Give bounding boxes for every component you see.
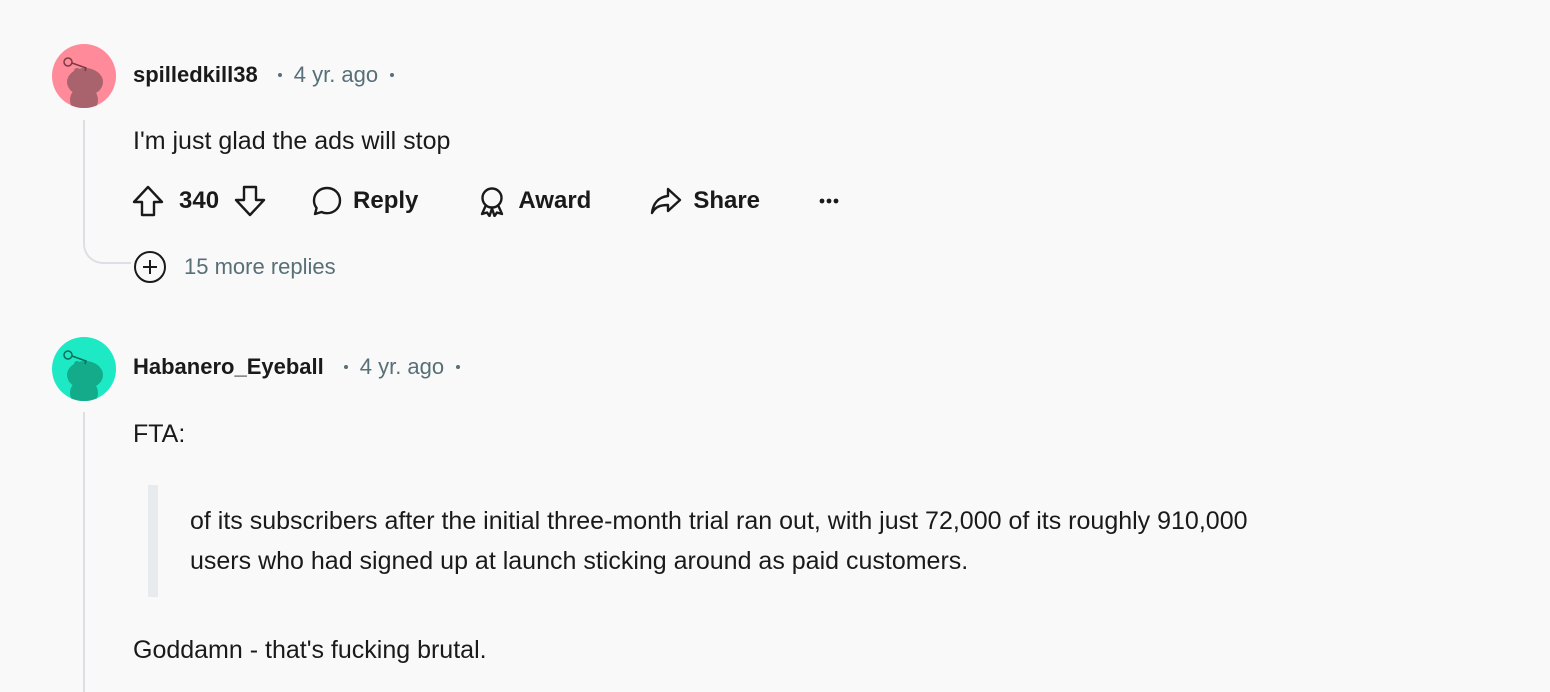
quote-line: users who had signed up at launch sticki… [190,547,969,575]
separator-dot [343,365,348,369]
username[interactable]: spilledkill38 [133,62,258,88]
separator-dot [277,73,282,77]
comment-actions: 340 Reply Award Share [131,181,840,221]
upvote-icon [132,185,164,217]
comment-body-closing: Goddamn - that's fucking brutal. [133,636,487,664]
award-label: Award [518,187,592,214]
user-avatar[interactable] [52,44,116,108]
thread-line[interactable] [83,120,85,240]
comment: Habanero_Eyeball 4 yr. ago FTA: of its s… [0,300,1550,692]
vote-count: 340 [179,187,220,214]
share-icon [651,187,682,215]
comment: spilledkill38 4 yr. ago I'm just glad th… [0,0,1550,300]
share-button[interactable]: Share [649,185,760,217]
award-button[interactable]: Award [476,185,591,217]
timestamp[interactable]: 4 yr. ago [360,354,444,380]
timestamp[interactable]: 4 yr. ago [294,62,378,88]
more-options-button[interactable] [818,197,840,205]
share-label: Share [693,187,761,214]
reply-button[interactable]: Reply [311,185,418,217]
comment-bubble-icon [312,186,342,216]
overflow-menu-icon [819,198,839,204]
comment-meta: spilledkill38 4 yr. ago [133,62,406,88]
thread-line[interactable] [83,412,85,692]
thread-connector [83,238,131,264]
award-icon [481,187,504,217]
upvote-button[interactable] [131,184,165,218]
comment-meta: Habanero_Eyeball 4 yr. ago [133,354,472,380]
separator-dot [390,73,395,77]
username[interactable]: Habanero_Eyeball [133,354,324,380]
snoo-avatar-icon [63,350,103,401]
reply-label: Reply [353,187,419,214]
separator-dot [456,365,461,369]
quote-line: of its subscribers after the initial thr… [190,507,1248,535]
comment-body: I'm just glad the ads will stop [133,127,451,155]
more-replies-label: 15 more replies [184,254,336,279]
snoo-avatar-icon [63,57,103,108]
comment-thread: spilledkill38 4 yr. ago I'm just glad th… [0,0,1550,692]
blockquote: of its subscribers after the initial thr… [148,485,1468,597]
comment-body-intro: FTA: [133,420,186,448]
more-replies-button[interactable]: 15 more replies [133,250,336,284]
expand-plus-icon [134,251,166,283]
user-avatar[interactable] [52,337,116,401]
downvote-button[interactable] [233,184,267,218]
downvote-icon [234,185,266,217]
